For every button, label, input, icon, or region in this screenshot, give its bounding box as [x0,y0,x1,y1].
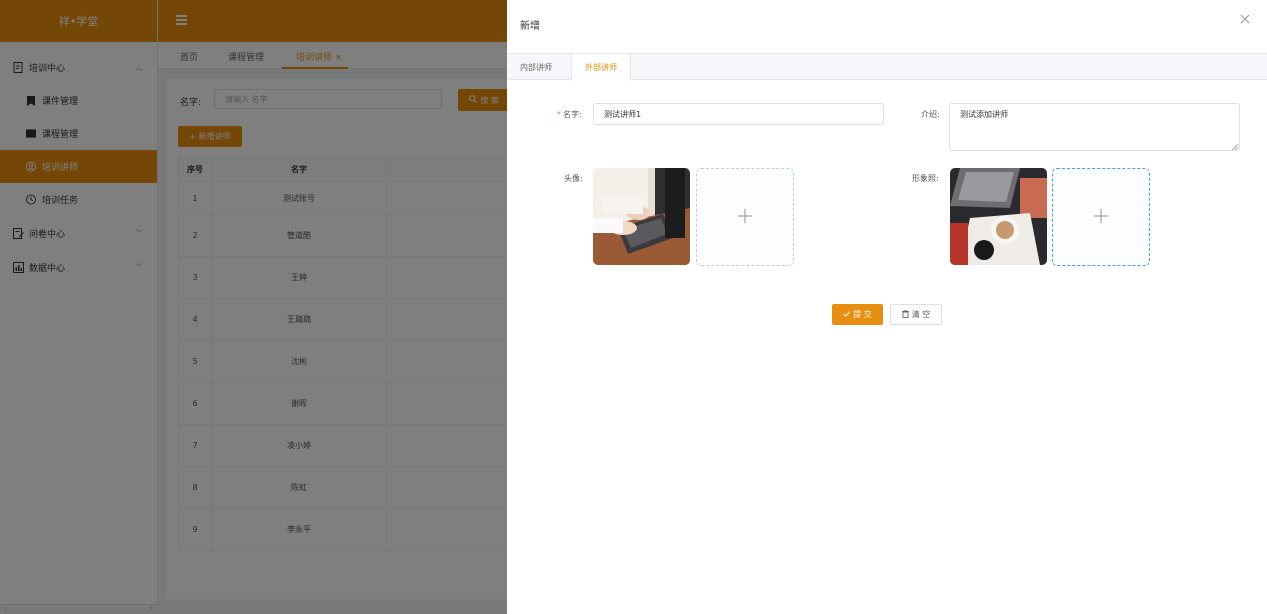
image-photo[interactable] [950,168,1047,265]
laptop-typing-photo [593,168,690,265]
plus-icon [737,205,753,230]
image-photo-upload-button[interactable] [1052,168,1150,266]
plus-icon [1093,205,1109,230]
intro-textarea[interactable]: 测试添加讲师 [949,103,1240,151]
submit-button-label: 提 交 [853,310,872,319]
trash-icon [901,309,909,320]
clear-button-label: 清 空 [911,310,931,319]
name-field-label: * 名字: [557,109,582,120]
add-lecturer-drawer: 新增 内部讲师 外部讲师 *名字: 测试讲师1 介绍: 测试添加讲师 头像: [507,0,1267,614]
drawer-tabs: 内部讲师 外部讲师 [507,53,1267,81]
tab-external-lecturer[interactable]: 外部讲师 [571,54,631,81]
tab-internal-lecturer[interactable]: 内部讲师 [507,54,565,80]
name-label-text: 名字: [563,110,582,119]
image-photo-label: 形象照: [912,174,939,183]
intro-textarea-value: 测试添加讲师 [960,110,1008,119]
avatar-upload-button[interactable] [696,168,794,266]
desk-laptop-coffee-photo [950,168,1047,265]
required-asterisk: * [557,110,561,119]
close-icon[interactable] [1240,13,1250,27]
name-field[interactable]: 测试讲师1 [593,103,884,125]
intro-field-label: 介绍: [921,110,940,119]
check-icon [843,310,851,319]
submit-button[interactable]: 提 交 [832,304,883,325]
resize-handle-icon[interactable] [1231,143,1239,151]
drawer-title: 新增 [520,21,540,32]
clear-button[interactable]: 清 空 [890,304,942,325]
avatar-image[interactable] [593,168,690,265]
avatar-label: 头像: [564,174,583,183]
